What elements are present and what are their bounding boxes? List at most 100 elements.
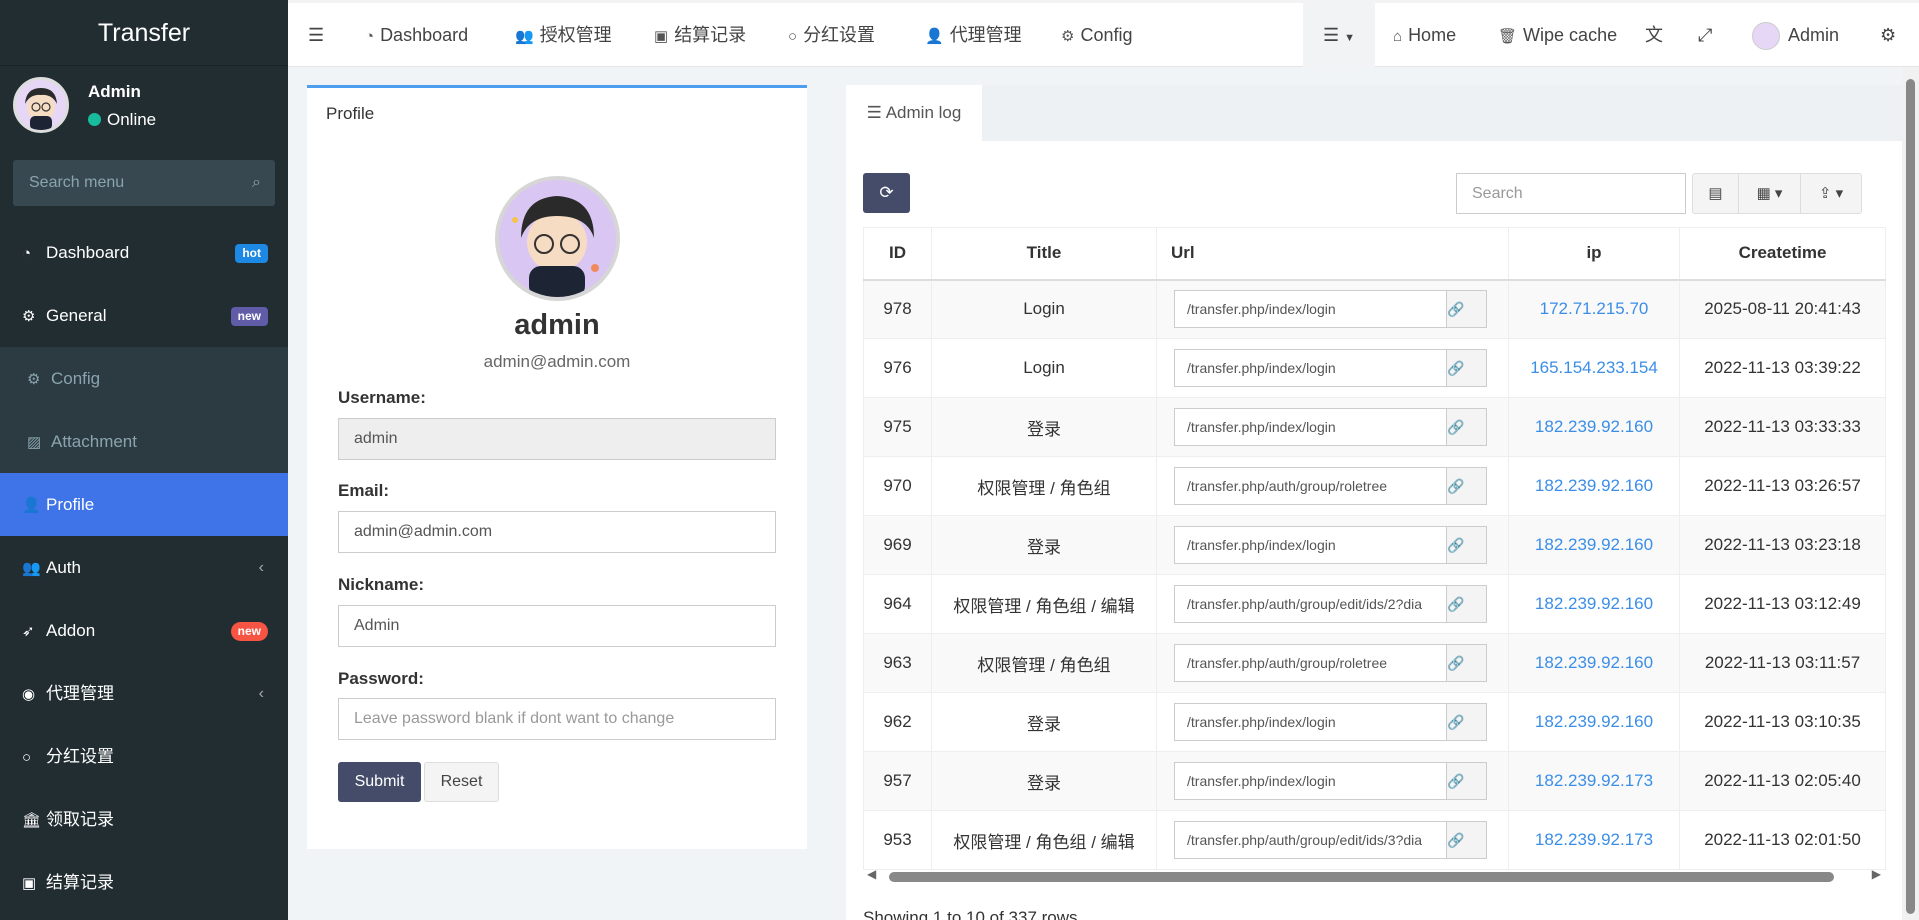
table-row[interactable]: 957 登录/transfer.php/index/login 🔗 182.239.9… [863, 751, 1886, 811]
more-dropdown[interactable]: ☰ ▼ [1303, 3, 1375, 67]
cell-id: 970 [863, 456, 932, 516]
table-search-input[interactable]: Search [1456, 173, 1686, 214]
column-header-title[interactable]: Title [931, 227, 1157, 281]
topnav-wipe-cache[interactable]: 🗑 Wipe cache [1498, 3, 1617, 67]
link-icon[interactable]: 🔗 [1446, 704, 1486, 740]
url-text[interactable]: /transfer.php/index/login [1175, 409, 1446, 445]
column-header-createtime[interactable]: Createtime [1679, 227, 1886, 281]
export-dropdown-icon[interactable]: ⇪ ▾ [1801, 174, 1861, 213]
link-icon[interactable]: 🔗 [1446, 645, 1486, 681]
search-menu-input[interactable]: Search menu ⌕ [13, 160, 275, 206]
scroll-right-icon[interactable]: ▶ [1872, 867, 1881, 881]
cell-url: /transfer.php/auth/group/roletree 🔗 [1156, 456, 1509, 516]
table-row[interactable]: 978 Login/transfer.php/index/login 🔗 172.71… [863, 279, 1886, 339]
sidebar-item-dividend[interactable]: ○ 分红设置 [0, 725, 288, 788]
sidebar-item-config[interactable]: ⚙ Config [0, 347, 288, 410]
link-icon[interactable]: 🔗 [1446, 291, 1486, 328]
link-icon[interactable]: 🔗 [1446, 763, 1486, 799]
topnav-admin[interactable]: Admin [1752, 3, 1839, 67]
url-text[interactable]: /transfer.php/auth/group/roletree [1175, 468, 1446, 504]
columns-dropdown-icon[interactable]: ▦ ▾ [1739, 174, 1801, 213]
sidebar-item-addon[interactable]: ➶ Addon new [0, 599, 288, 662]
column-header-ip[interactable]: ip [1508, 227, 1680, 281]
fullscreen-icon[interactable]: ⤢ [1698, 3, 1712, 67]
url-text[interactable]: /transfer.php/auth/group/roletree [1175, 645, 1446, 681]
link-icon[interactable]: 🔗 [1446, 527, 1486, 563]
password-field[interactable]: Leave password blank if dont want to cha… [338, 698, 776, 740]
url-text[interactable]: /transfer.php/index/login [1175, 704, 1446, 740]
topnav-agent[interactable]: 👤 代理管理 [925, 3, 1022, 67]
cell-ip-link[interactable]: 182.239.92.173 [1508, 810, 1680, 870]
sidebar-item-claim[interactable]: 🏛 领取记录 [0, 788, 288, 851]
table-row[interactable]: 969 登录/transfer.php/index/login 🔗 182.239.9… [863, 515, 1886, 575]
url-text[interactable]: /transfer.php/index/login [1175, 350, 1446, 386]
url-text[interactable]: /transfer.php/index/login [1175, 527, 1446, 563]
menu-toggle-icon[interactable]: ☰ [308, 3, 324, 67]
cell-ip-link[interactable]: 182.239.92.173 [1508, 751, 1680, 811]
sidebar-item-auth[interactable]: 👥 Auth ‹ [0, 536, 288, 599]
table-row[interactable]: 964 权限管理 / 角色组 / 编辑/transfer.php/auth/gro… [863, 574, 1886, 634]
profile-avatar[interactable] [495, 176, 620, 301]
table-row[interactable]: 976 Login/transfer.php/index/login 🔗 165.15… [863, 338, 1886, 398]
scrollbar-thumb[interactable] [889, 872, 1834, 882]
link-icon[interactable]: 🔗 [1446, 409, 1486, 445]
topnav-config[interactable]: ⚙ Config [1061, 3, 1132, 67]
sidebar-item-attachment[interactable]: ▨ Attachment [0, 410, 288, 473]
showing-text: Showing 1 to 10 of 337 rows [863, 908, 1078, 920]
trash-icon: 🗑 [1498, 28, 1518, 45]
cell-id: 962 [863, 692, 932, 752]
url-input-group: /transfer.php/auth/group/edit/ids/3?dia 🔗 [1174, 821, 1487, 859]
reset-button[interactable]: Reset [424, 762, 499, 802]
sidebar-item-agent[interactable]: ◉ 代理管理 ‹ [0, 662, 288, 725]
url-text[interactable]: /transfer.php/auth/group/edit/ids/2?dia [1175, 586, 1446, 622]
link-icon[interactable]: 🔗 [1446, 468, 1486, 504]
cell-ip-link[interactable]: 182.239.92.160 [1508, 574, 1680, 634]
nickname-field[interactable]: Admin [338, 605, 776, 647]
cc-icon: ▣ [22, 875, 37, 892]
scroll-left-icon[interactable]: ◀ [867, 867, 876, 881]
cell-title: 登录 [931, 692, 1157, 752]
topnav-dividend[interactable]: ○ 分红设置 [788, 3, 875, 67]
cell-ip-link[interactable]: 165.154.233.154 [1508, 338, 1680, 398]
cell-ip-link[interactable]: 182.239.92.160 [1508, 692, 1680, 752]
caret-down-icon: ▼ [1344, 32, 1356, 44]
cell-ip-link[interactable]: 172.71.215.70 [1508, 279, 1680, 339]
sidebar-item-settlement[interactable]: ▣ 结算记录 [0, 851, 288, 914]
cell-ip-link[interactable]: 182.239.92.160 [1508, 456, 1680, 516]
link-icon[interactable]: 🔗 [1446, 586, 1486, 622]
language-icon[interactable]: 文 [1645, 3, 1663, 67]
sidebar-item-profile[interactable]: 👤 Profile [0, 473, 288, 536]
link-icon[interactable]: 🔗 [1446, 350, 1486, 386]
sidebar-item-general[interactable]: ⚙ General new [0, 284, 288, 347]
submit-button[interactable]: Submit [338, 762, 421, 802]
settings-gear-icon[interactable]: ⚙ [1880, 3, 1896, 67]
brand-logo[interactable]: Transfer [0, 0, 288, 66]
cell-ip-link[interactable]: 182.239.92.160 [1508, 633, 1680, 693]
toggle-view-icon[interactable]: ▤ [1693, 174, 1739, 213]
cell-ip-link[interactable]: 182.239.92.160 [1508, 397, 1680, 457]
url-text[interactable]: /transfer.php/auth/group/edit/ids/3?dia [1175, 822, 1446, 858]
scrollbar-thumb[interactable] [1906, 79, 1915, 914]
email-field[interactable]: admin@admin.com [338, 511, 776, 553]
table-row[interactable]: 975 登录/transfer.php/index/login 🔗 182.239.9… [863, 397, 1886, 457]
tab-admin-log[interactable]: ☰ Admin log [846, 85, 982, 143]
topnav-auth[interactable]: 👥 授权管理 [515, 3, 612, 67]
horizontal-scrollbar[interactable]: ◀ ▶ [863, 867, 1885, 887]
table-row[interactable]: 963 权限管理 / 角色组/transfer.php/auth/group/ro… [863, 633, 1886, 693]
table-row[interactable]: 962 登录/transfer.php/index/login 🔗 182.239.9… [863, 692, 1886, 752]
topnav-dashboard[interactable]: ◔ Dashboard [365, 3, 468, 67]
refresh-button[interactable]: ⟳ [863, 173, 910, 213]
column-header-url[interactable]: Url [1156, 227, 1509, 281]
topnav-settlement[interactable]: ▣ 结算记录 [654, 3, 746, 67]
url-text[interactable]: /transfer.php/index/login [1175, 763, 1446, 799]
sidebar-item-dashboard[interactable]: ◔ Dashboard hot [0, 221, 288, 284]
topnav-home[interactable]: ⌂ Home [1393, 3, 1456, 67]
vertical-scrollbar[interactable] [1902, 67, 1919, 920]
column-header-id[interactable]: ID [863, 227, 932, 281]
link-icon[interactable]: 🔗 [1446, 822, 1486, 858]
table-row[interactable]: 953 权限管理 / 角色组 / 编辑/transfer.php/auth/gro… [863, 810, 1886, 870]
table-row[interactable]: 970 权限管理 / 角色组/transfer.php/auth/group/ro… [863, 456, 1886, 516]
url-text[interactable]: /transfer.php/index/login [1175, 291, 1446, 328]
cell-ip-link[interactable]: 182.239.92.160 [1508, 515, 1680, 575]
user-name: Admin [88, 82, 141, 101]
